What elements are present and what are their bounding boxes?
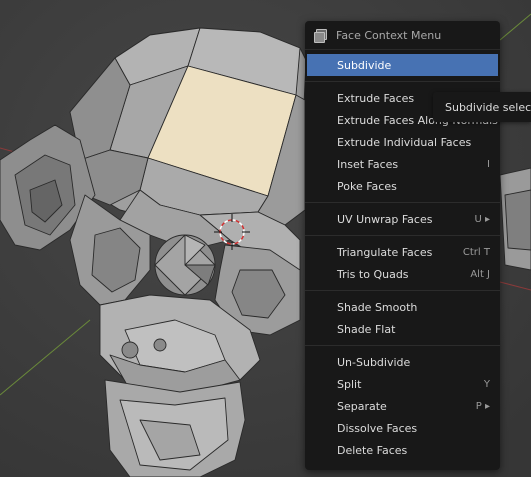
menu-item-split[interactable]: Split Y (305, 373, 500, 395)
menu-item-shade-smooth[interactable]: Shade Smooth (305, 296, 500, 318)
menu-separator (305, 290, 500, 291)
menu-item-label: Dissolve Faces (337, 421, 418, 435)
menu-title: Face Context Menu (336, 28, 442, 42)
menu-item-tris-to-quads[interactable]: Tris to Quads Alt J (305, 263, 500, 285)
menu-item-label: Subdivide (337, 58, 392, 72)
menu-item-shortcut: Ctrl T (462, 246, 490, 258)
menu-separator (305, 345, 500, 346)
menu-item-label: Shade Flat (337, 322, 396, 336)
menu-item-label: Un-Subdivide (337, 355, 411, 369)
menu-item-subdivide[interactable]: Subdivide (307, 54, 498, 76)
menu-item-shortcut: I (487, 158, 490, 170)
menu-item-label: Delete Faces (337, 443, 408, 457)
face-context-menu: Face Context Menu Subdivide Extrude Faces… (305, 21, 500, 470)
menu-item-shortcut: U ▸ (474, 213, 490, 225)
menu-item-label: Poke Faces (337, 179, 397, 193)
menu-item-label: Inset Faces (337, 157, 399, 171)
menu-item-shortcut: P ▸ (475, 400, 490, 412)
menu-item-delete-faces[interactable]: Delete Faces (305, 439, 500, 461)
menu-item-label: Triangulate Faces (337, 245, 433, 259)
menu-separator (305, 202, 500, 203)
menu-item-un-subdivide[interactable]: Un-Subdivide (305, 351, 500, 373)
menu-separator (305, 235, 500, 236)
menu-item-label: Extrude Individual Faces (337, 135, 472, 149)
menu-item-separate[interactable]: Separate P ▸ (305, 395, 500, 417)
menu-item-triangulate-faces[interactable]: Triangulate Faces Ctrl T (305, 241, 500, 263)
menu-item-label: Tris to Quads (337, 267, 409, 281)
menu-item-label: UV Unwrap Faces (337, 212, 433, 226)
menu-item-dissolve-faces[interactable]: Dissolve Faces (305, 417, 500, 439)
tooltip: Subdivide selecte (433, 92, 531, 122)
menu-item-extrude-individual-faces[interactable]: Extrude Individual Faces (305, 131, 500, 153)
menu-item-label: Split (337, 377, 362, 391)
menu-item-label: Extrude Faces (337, 91, 415, 105)
tooltip-text: Subdivide selecte (445, 100, 531, 114)
menu-item-label: Shade Smooth (337, 300, 418, 314)
menu-item-shortcut: Y (483, 378, 490, 390)
menu-item-inset-faces[interactable]: Inset Faces I (305, 153, 500, 175)
menu-item-shade-flat[interactable]: Shade Flat (305, 318, 500, 340)
menu-separator (305, 81, 500, 82)
menu-header: Face Context Menu (305, 21, 500, 50)
menu-item-shortcut: Alt J (470, 268, 490, 280)
menu-item-poke-faces[interactable]: Poke Faces (305, 175, 500, 197)
menu-item-uv-unwrap-faces[interactable]: UV Unwrap Faces U ▸ (305, 208, 500, 230)
menu-item-label: Separate (337, 399, 387, 413)
face-menu-icon (314, 28, 327, 43)
